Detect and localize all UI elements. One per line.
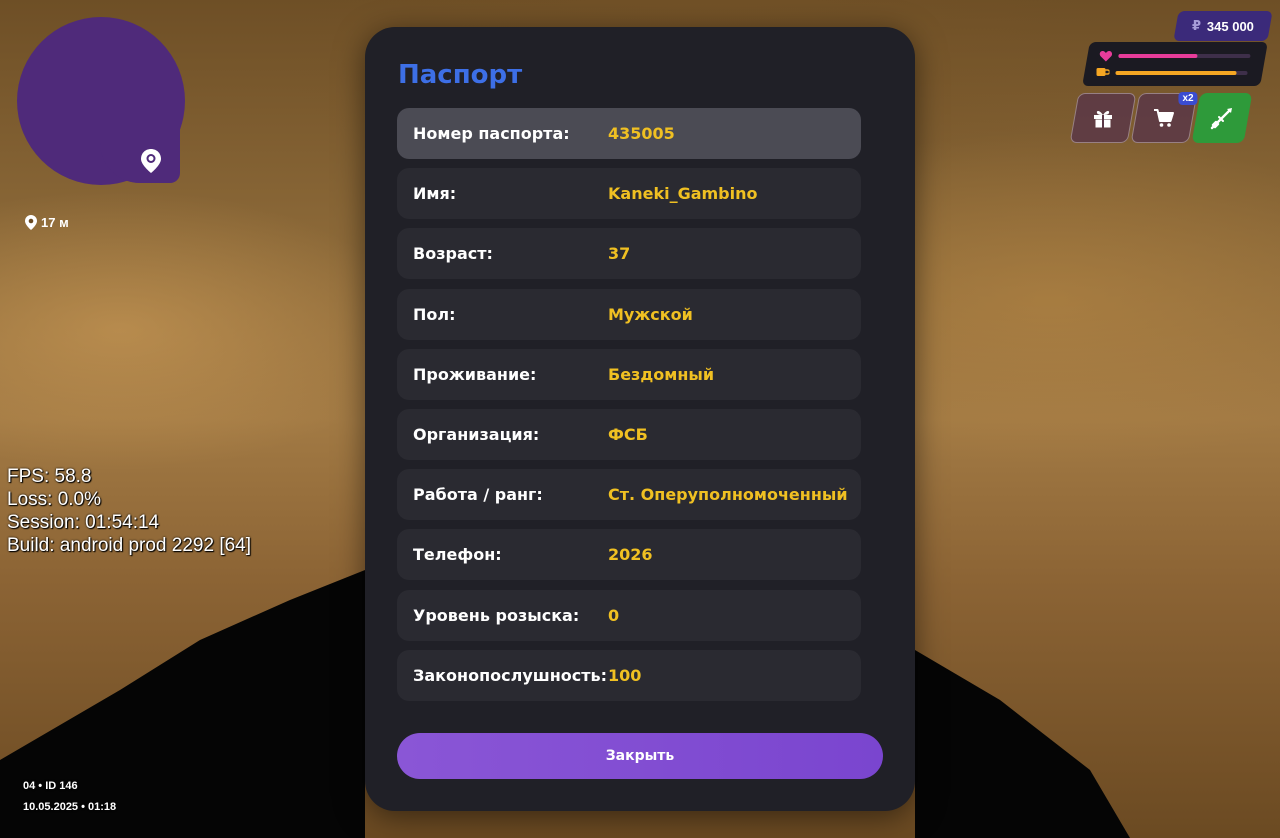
gift-icon — [1094, 110, 1112, 128]
ruble-icon: ₽ — [1192, 18, 1202, 33]
passport-row-law-abiding[interactable]: Законопослушность: 100 — [397, 650, 861, 701]
passport-row-gender[interactable]: Пол: Мужской — [397, 289, 861, 340]
panel-title: Паспорт — [398, 60, 523, 90]
row-value: 37 — [608, 244, 631, 263]
row-label: Телефон: — [413, 545, 502, 564]
cart-badge: x2 — [1178, 92, 1198, 105]
passport-row-number[interactable]: Номер паспорта: 435005 — [397, 108, 861, 159]
hunger-row — [1096, 67, 1248, 78]
map-pin-icon — [141, 149, 161, 173]
session-readout: Session: 01:54:14 — [7, 512, 160, 533]
row-value: Kaneki_Gambino — [608, 184, 758, 203]
date-time: 10.05.2025 • 01:18 — [23, 801, 117, 813]
health-bar — [1118, 54, 1251, 58]
health-row — [1099, 50, 1251, 62]
money-display: ₽ 345 000 — [1173, 11, 1273, 41]
passport-row-residence[interactable]: Проживание: Бездомный — [397, 349, 861, 400]
row-value: Бездомный — [608, 365, 715, 384]
passport-row-age[interactable]: Возраст: 37 — [397, 228, 861, 279]
weapon-icon — [1210, 108, 1232, 130]
passport-row-name[interactable]: Имя: Kaneki_Gambino — [397, 168, 861, 219]
row-label: Проживание: — [413, 365, 537, 384]
hunger-bar-fill — [1115, 70, 1237, 75]
weapon-button[interactable] — [1191, 93, 1253, 143]
fps-readout: FPS: 58.8 — [7, 466, 92, 487]
heart-icon — [1099, 50, 1113, 62]
health-bar-fill — [1118, 54, 1198, 58]
close-button[interactable]: Закрыть — [397, 733, 883, 779]
passport-row-phone[interactable]: Телефон: 2026 — [397, 529, 861, 580]
player-stats — [1082, 42, 1268, 86]
row-value: Ст. Оперуполномоченный — [608, 485, 848, 504]
row-value: Мужской — [608, 305, 693, 324]
row-label: Номер паспорта: — [413, 124, 570, 143]
gift-button[interactable] — [1069, 93, 1137, 143]
row-value: ФСБ — [608, 425, 648, 444]
location-pin-icon — [25, 215, 37, 230]
row-value: 435005 — [608, 124, 675, 143]
passport-panel: Паспорт Номер паспорта: 435005 Имя: Kane… — [365, 27, 915, 811]
waypoint-distance: 17 м — [25, 215, 69, 230]
row-value: 0 — [608, 606, 620, 625]
passport-row-organization[interactable]: Организация: ФСБ — [397, 409, 861, 460]
server-id: 04 • ID 146 — [23, 780, 78, 792]
cart-icon — [1154, 109, 1174, 127]
row-value: 2026 — [608, 545, 653, 564]
row-label: Возраст: — [413, 244, 493, 263]
row-label: Законопослушность: — [413, 666, 608, 685]
row-label: Имя: — [413, 184, 457, 203]
row-label: Пол: — [413, 305, 456, 324]
row-label: Уровень розыска: — [413, 606, 580, 625]
row-label: Организация: — [413, 425, 540, 444]
loss-readout: Loss: 0.0% — [7, 489, 101, 510]
shop-button[interactable]: x2 — [1130, 92, 1198, 143]
passport-row-job-rank[interactable]: Работа / ранг: Ст. Оперуполномоченный — [397, 469, 861, 520]
row-label: Работа / ранг: — [413, 485, 543, 504]
hunger-bar — [1115, 70, 1248, 75]
food-icon — [1096, 68, 1110, 76]
row-value: 100 — [608, 666, 642, 685]
passport-row-wanted-level[interactable]: Уровень розыска: 0 — [397, 590, 861, 641]
distance-value: 17 м — [41, 215, 69, 230]
money-value: 345 000 — [1206, 18, 1254, 34]
debug-overlay: FPS: 58.8 Loss: 0.0% Session: 01:54:14 B… — [7, 465, 251, 557]
build-readout: Build: android prod 2292 [64] — [7, 535, 252, 556]
